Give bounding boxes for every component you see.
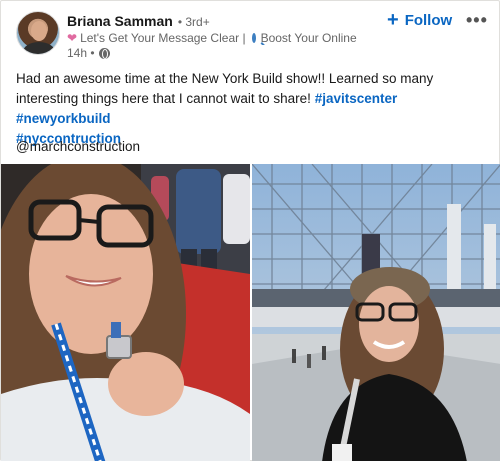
hashtag-javitscenter[interactable]: #javitscenter: [315, 91, 398, 106]
post-photo-right[interactable]: [252, 164, 500, 461]
post-time: 14h •: [67, 46, 110, 60]
follow-button[interactable]: + Follow: [387, 10, 452, 30]
search-icon: [251, 33, 256, 43]
heart-icon: ❤: [67, 31, 78, 45]
headline-part-2: Boost Your Online Vi...: [260, 31, 357, 45]
connection-degree: • 3rd+: [177, 15, 210, 29]
javits-interior-image: [252, 164, 500, 461]
plus-icon: +: [387, 9, 399, 31]
mention[interactable]: @marchconstruction: [16, 139, 140, 154]
avatar-body: [23, 42, 55, 54]
follow-label: Follow: [404, 11, 453, 29]
time-label: 14h •: [67, 46, 95, 60]
author-name[interactable]: Briana Samman: [67, 13, 173, 29]
post-card: Briana Samman • 3rd+ ❤ Let's Get Your Me…: [0, 0, 500, 461]
post-photo-left[interactable]: [1, 164, 250, 461]
globe-icon: [98, 47, 110, 59]
headline-part-1: Let's Get Your Message Clear |: [80, 31, 246, 45]
author-headline: ❤ Let's Get Your Message Clear | Boost Y…: [67, 31, 357, 45]
author-name-row: Briana Samman • 3rd+: [67, 13, 210, 29]
hashtag-newyorkbuild[interactable]: #newyorkbuild: [16, 111, 111, 126]
post-text: Had an awesome time at the New York Buil…: [16, 69, 486, 149]
avatar-face: [31, 21, 47, 41]
more-icon[interactable]: •••: [466, 10, 488, 31]
avatar[interactable]: [16, 11, 60, 55]
selfie-badge-image: [1, 164, 250, 461]
